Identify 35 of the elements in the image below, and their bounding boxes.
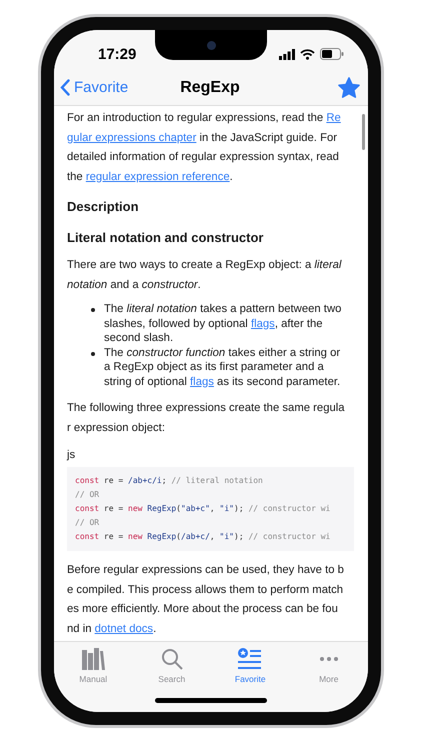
battery-icon	[320, 48, 344, 60]
status-time: 17:29	[98, 46, 136, 62]
page-title: RegExp	[180, 78, 240, 96]
star-icon	[338, 77, 360, 98]
tab-bar-item[interactable]: More	[294, 648, 364, 684]
link[interactable]: regular expression reference	[86, 170, 230, 182]
scroll-indicator	[362, 114, 365, 150]
section-heading: Literal notation and constructor	[67, 229, 264, 247]
paragraph: The following three expressions create the same regula r expression object:	[67, 401, 346, 436]
bullet-icon	[91, 308, 95, 312]
back-button[interactable]: Favorite	[60, 79, 146, 96]
star-list-icon	[238, 648, 262, 670]
link[interactable]: dotnet docs	[94, 622, 154, 634]
tab-bar-item[interactable]: Manual	[58, 648, 128, 684]
signal-icon	[279, 48, 295, 60]
tab-bar-item[interactable]: Search	[136, 648, 207, 684]
code-language-label: js	[67, 448, 76, 463]
paragraph: There are two ways to create a RegExp object: a literal notation and a constructor.	[67, 258, 343, 292]
link[interactable]: gular expressions chapter	[67, 132, 196, 144]
link[interactable]: Re	[326, 112, 341, 124]
wifi-icon	[300, 48, 315, 60]
list-item-text: The literal notation takes a pattern between two slashes, followed by optional flags, after the second slash.	[104, 302, 342, 346]
chevron-left-icon	[60, 79, 70, 96]
more-icon	[320, 657, 338, 661]
tab-bar-item[interactable]: Favorite	[215, 648, 286, 684]
paragraph: Before regular expressions can be used, they have to b e compiled. This process allows them to perform match es more efficiently. More about the process can be fou nd in dotnet docs.	[67, 563, 345, 636]
link[interactable]: flags	[190, 376, 214, 388]
section-heading: Description	[67, 198, 140, 216]
paragraph: For an introduction to regular expressions, read the Re gular expressions chapter in the JavaScript guide. For detailed information of regular expression syntax, read the regular expression reference.	[67, 111, 342, 184]
books-icon	[81, 648, 106, 670]
bullet-icon	[91, 352, 95, 356]
link[interactable]: flags	[250, 318, 275, 330]
code-block: const re = /ab+c/i; // literal notation // OR const re = new RegExp("ab+c", "i"); // constructor wi // OR const re = new RegExp(/ab+c/, "i"); // constructor wi	[67, 467, 354, 551]
list-item-text: The constructor function takes either a string or a RegExp object as its first parameter and a string of optional flags as its second parameter.	[104, 346, 342, 389]
search-icon	[160, 648, 183, 670]
